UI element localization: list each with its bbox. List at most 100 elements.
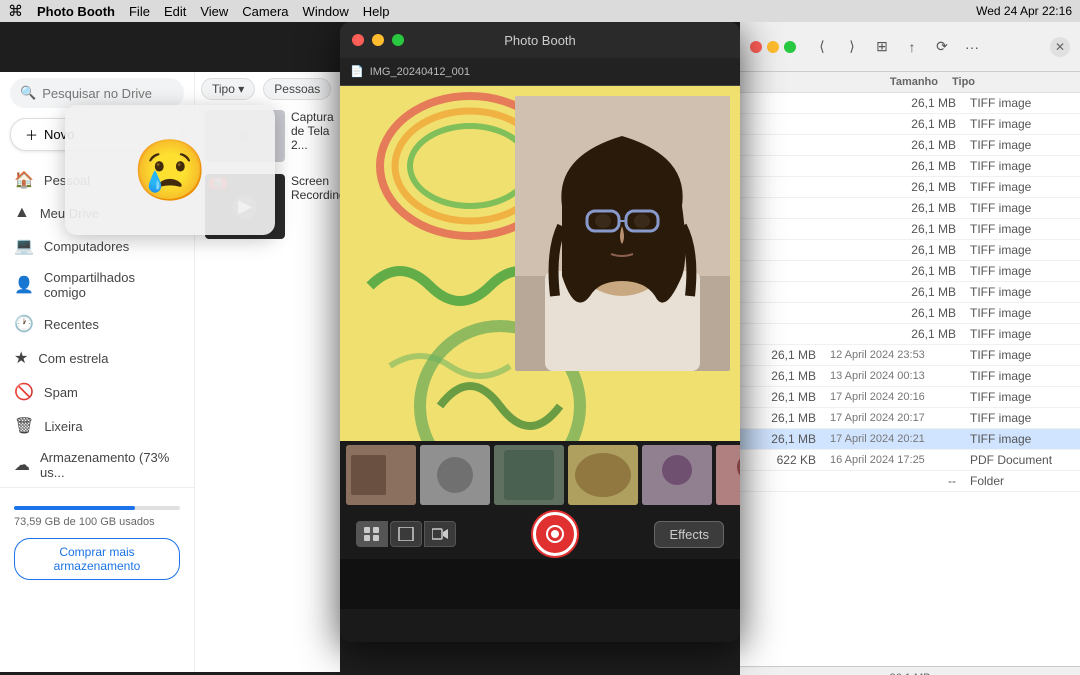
sidebar-label-compartilhados: Compartilhados comigo: [44, 270, 170, 300]
sidebar-item-lixeira[interactable]: 🗑 Lixeira: [0, 409, 184, 443]
finder-row[interactable]: 26,1 MB17 April 2024 20:21TIFF image: [740, 429, 1080, 450]
pb-thumb-6[interactable]: [716, 445, 740, 505]
finder-view-icon[interactable]: ⊞: [870, 35, 894, 59]
finder-row[interactable]: 622 KB 16 April 2024 17:25 PDF Document: [740, 450, 1080, 471]
sidebar-label-computadores: Computadores: [44, 239, 129, 254]
pb-viewfinder: [340, 86, 740, 441]
drive-search-bar[interactable]: 🔍 Pesquisar no Drive: [10, 78, 184, 108]
finder-row-date: 16 April 2024 17:25: [830, 454, 960, 466]
finder-row[interactable]: 26,1 MB17 April 2024 20:17TIFF image: [740, 408, 1080, 429]
finder-row-kind: TIFF image: [970, 159, 1070, 173]
sidebar-item-recentes[interactable]: 🕐 Recentes: [0, 307, 184, 341]
finder-row[interactable]: 26,1 MBTIFF image: [740, 156, 1080, 177]
camera-menu[interactable]: Camera: [242, 4, 288, 19]
pb-more-strip: [340, 559, 740, 609]
search-placeholder: Pesquisar no Drive: [42, 86, 152, 101]
buy-storage-button[interactable]: Comprar mais armazenamento: [14, 538, 180, 580]
finder-row-kind: TIFF image: [970, 306, 1070, 320]
pb-video-view-button[interactable]: [424, 521, 456, 547]
finder-traffic-lights: [750, 41, 796, 53]
finder-row[interactable]: 26,1 MBTIFF image: [740, 93, 1080, 114]
home-icon: 🏠: [14, 170, 34, 190]
drive-icon: ▲: [14, 204, 30, 222]
finder-row[interactable]: --Folder: [740, 471, 1080, 492]
sidebar-label-spam: Spam: [44, 385, 78, 400]
finder-row[interactable]: 26,1 MBTIFF image: [740, 135, 1080, 156]
finder-more-icon[interactable]: ···: [960, 35, 984, 59]
finder-col-kind-header[interactable]: Tipo: [952, 76, 1070, 88]
finder-row[interactable]: 26,1 MBTIFF image: [740, 240, 1080, 261]
finder-row[interactable]: 26,1 MBTIFF image: [740, 261, 1080, 282]
finder-close-button[interactable]: [750, 41, 762, 53]
pb-controls: Effects: [340, 509, 740, 559]
finder-row-size: 26,1 MB: [886, 264, 956, 278]
finder-row[interactable]: 26,1 MBTIFF image: [740, 303, 1080, 324]
finder-row[interactable]: 26,1 MB17 April 2024 20:16TIFF image: [740, 387, 1080, 408]
file-meta-captura: Captura de Tela 2...: [291, 110, 334, 152]
pb-thumb-1[interactable]: [346, 445, 416, 505]
finder-row-kind: PDF Document: [970, 453, 1070, 467]
pb-minimize-button[interactable]: [372, 34, 384, 46]
finder-share-icon[interactable]: ↑: [900, 35, 924, 59]
sidebar-item-armazenamento[interactable]: ☁ Armazenamento (73% us...: [0, 443, 184, 487]
finder-row-size: 622 KB: [750, 453, 816, 467]
sidebar-label-com-estrela: Com estrela: [38, 351, 108, 366]
storage-used-text: 73,59 GB de 100 GB usados: [14, 516, 180, 528]
pb-thumb-5[interactable]: [642, 445, 712, 505]
view-menu[interactable]: View: [200, 4, 228, 19]
finder-row-size: --: [886, 474, 956, 488]
pb-effects-button[interactable]: Effects: [654, 521, 724, 548]
filter-pessoas[interactable]: Pessoas: [263, 78, 331, 100]
finder-forward-icon[interactable]: ⟩: [840, 35, 864, 59]
plus-icon: ＋: [25, 125, 38, 144]
finder-table-header: Tamanho Tipo: [740, 72, 1080, 93]
finder-maximize-button[interactable]: [784, 41, 796, 53]
finder-panel-close[interactable]: ✕: [1050, 37, 1070, 57]
finder-row[interactable]: 26,1 MBTIFF image: [740, 198, 1080, 219]
finder-row-kind: TIFF image: [970, 285, 1070, 299]
storage-bar-background: [14, 506, 180, 510]
finder-row[interactable]: 26,1 MB12 April 2024 23:53TIFF image: [740, 345, 1080, 366]
file-menu[interactable]: File: [129, 4, 150, 19]
computer-icon: 💻: [14, 236, 34, 256]
emoji-overlay: 😢: [65, 105, 275, 235]
search-icon: 🔍: [20, 85, 36, 101]
pb-thumb-3[interactable]: [494, 445, 564, 505]
pb-close-button[interactable]: [352, 34, 364, 46]
finder-col-size-header[interactable]: Tamanho: [868, 76, 938, 88]
pb-grid-view-button[interactable]: [356, 521, 388, 547]
apple-menu[interactable]: ⌘: [8, 2, 23, 20]
finder-row[interactable]: 26,1 MBTIFF image: [740, 219, 1080, 240]
finder-back-icon[interactable]: ⟨: [810, 35, 834, 59]
sidebar-label-armazenamento: Armazenamento (73% us...: [40, 450, 170, 480]
window-menu[interactable]: Window: [303, 4, 349, 19]
finder-item-count: 26,1 MB: [890, 672, 931, 675]
sidebar-item-com-estrela[interactable]: ★ Com estrela: [0, 341, 184, 375]
finder-minimize-button[interactable]: [767, 41, 779, 53]
edit-menu[interactable]: Edit: [164, 4, 186, 19]
sidebar-label-lixeira: Lixeira: [44, 419, 82, 434]
finder-tag-icon[interactable]: ⟳: [930, 35, 954, 59]
sidebar-item-spam[interactable]: 🚫 Spam: [0, 375, 184, 409]
pb-shutter-button[interactable]: [533, 512, 577, 556]
pb-single-view-button[interactable]: [390, 521, 422, 547]
sidebar-item-compartilhados[interactable]: 👤 Compartilhados comigo: [0, 263, 184, 307]
pb-thumbnail-strip: [340, 441, 740, 509]
finder-row[interactable]: 26,1 MBTIFF image: [740, 114, 1080, 135]
finder-row-kind: TIFF image: [970, 117, 1070, 131]
pb-thumb-4[interactable]: [568, 445, 638, 505]
finder-row[interactable]: 26,1 MBTIFF image: [740, 177, 1080, 198]
filter-tipo[interactable]: Tipo ▾: [201, 78, 255, 100]
crying-emoji: 😢: [133, 135, 208, 206]
app-name-menu[interactable]: Photo Booth: [37, 4, 115, 19]
pb-view-buttons: [356, 521, 456, 547]
menubar-right: Wed 24 Apr 22:16: [976, 4, 1072, 18]
finder-row-date: 17 April 2024 20:21: [830, 433, 960, 445]
finder-row[interactable]: 26,1 MBTIFF image: [740, 282, 1080, 303]
finder-row-kind: TIFF image: [970, 243, 1070, 257]
finder-row[interactable]: 26,1 MB13 April 2024 00:13TIFF image: [740, 366, 1080, 387]
finder-row[interactable]: 26,1 MBTIFF image: [740, 324, 1080, 345]
pb-maximize-button[interactable]: [392, 34, 404, 46]
pb-thumb-2[interactable]: [420, 445, 490, 505]
help-menu[interactable]: Help: [363, 4, 390, 19]
